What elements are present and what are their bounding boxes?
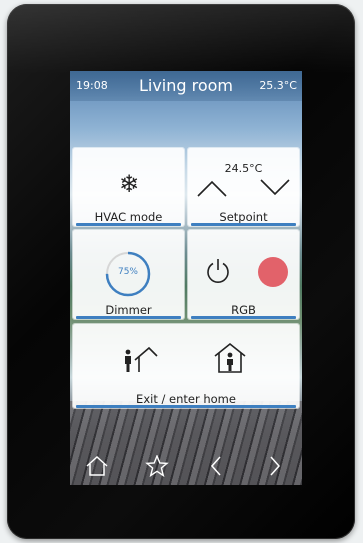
power-icon bbox=[207, 259, 229, 283]
room-temperature: 25.3°C bbox=[259, 79, 297, 92]
setpoint-label: Setpoint bbox=[219, 210, 268, 224]
setpoint-up-button[interactable] bbox=[196, 178, 228, 198]
tile-accent-bar bbox=[191, 316, 296, 319]
chevron-left-icon bbox=[210, 456, 221, 476]
rgb-tile[interactable]: RGB bbox=[188, 230, 299, 319]
nav-next-button[interactable] bbox=[262, 455, 286, 477]
dimmer-tile[interactable]: 75% Dimmer bbox=[73, 230, 184, 319]
tile-accent-bar bbox=[76, 223, 181, 226]
chevron-up-icon bbox=[197, 180, 227, 197]
chevron-right-icon bbox=[270, 456, 281, 476]
hvac-mode-tile[interactable]: ❄ HVAC mode bbox=[73, 148, 184, 226]
chevron-down-icon bbox=[260, 179, 290, 196]
power-button[interactable] bbox=[204, 257, 232, 285]
nav-home-button[interactable] bbox=[85, 455, 109, 477]
nav-favorites-button[interactable] bbox=[145, 454, 169, 478]
tile-accent-bar bbox=[76, 405, 296, 408]
touch-screen: 19:08 Living room 25.3°C ❄ HVAC mode 24.… bbox=[70, 71, 302, 485]
exit-enter-home-tile: Exit / enter home bbox=[73, 324, 299, 408]
dimmer-level: 75% bbox=[117, 267, 138, 277]
setpoint-tile: 24.5°C Setpoint bbox=[188, 148, 299, 226]
dimmer-gauge[interactable]: 75% bbox=[103, 249, 153, 299]
exit-enter-home-label: Exit / enter home bbox=[136, 392, 236, 406]
nav-previous-button[interactable] bbox=[205, 455, 229, 477]
tile-accent-bar bbox=[191, 223, 296, 226]
bottom-navigation bbox=[70, 445, 302, 485]
enter-home-button[interactable] bbox=[213, 342, 247, 374]
snowflake-icon: ❄ bbox=[118, 170, 140, 198]
status-bar: 19:08 Living room 25.3°C bbox=[70, 71, 302, 101]
setpoint-down-button[interactable] bbox=[259, 178, 291, 198]
setpoint-value: 24.5°C bbox=[224, 162, 263, 175]
person-in-home-icon bbox=[214, 342, 246, 373]
rgb-label: RGB bbox=[231, 303, 256, 317]
dimmer-label: Dimmer bbox=[105, 303, 152, 317]
home-icon bbox=[86, 455, 108, 476]
rgb-color-swatch[interactable] bbox=[258, 257, 288, 287]
star-icon bbox=[145, 454, 169, 478]
person-leaving-home-icon bbox=[125, 346, 158, 372]
exit-home-button[interactable] bbox=[119, 344, 159, 374]
hvac-mode-label: HVAC mode bbox=[94, 210, 163, 224]
tile-accent-bar bbox=[76, 316, 181, 319]
